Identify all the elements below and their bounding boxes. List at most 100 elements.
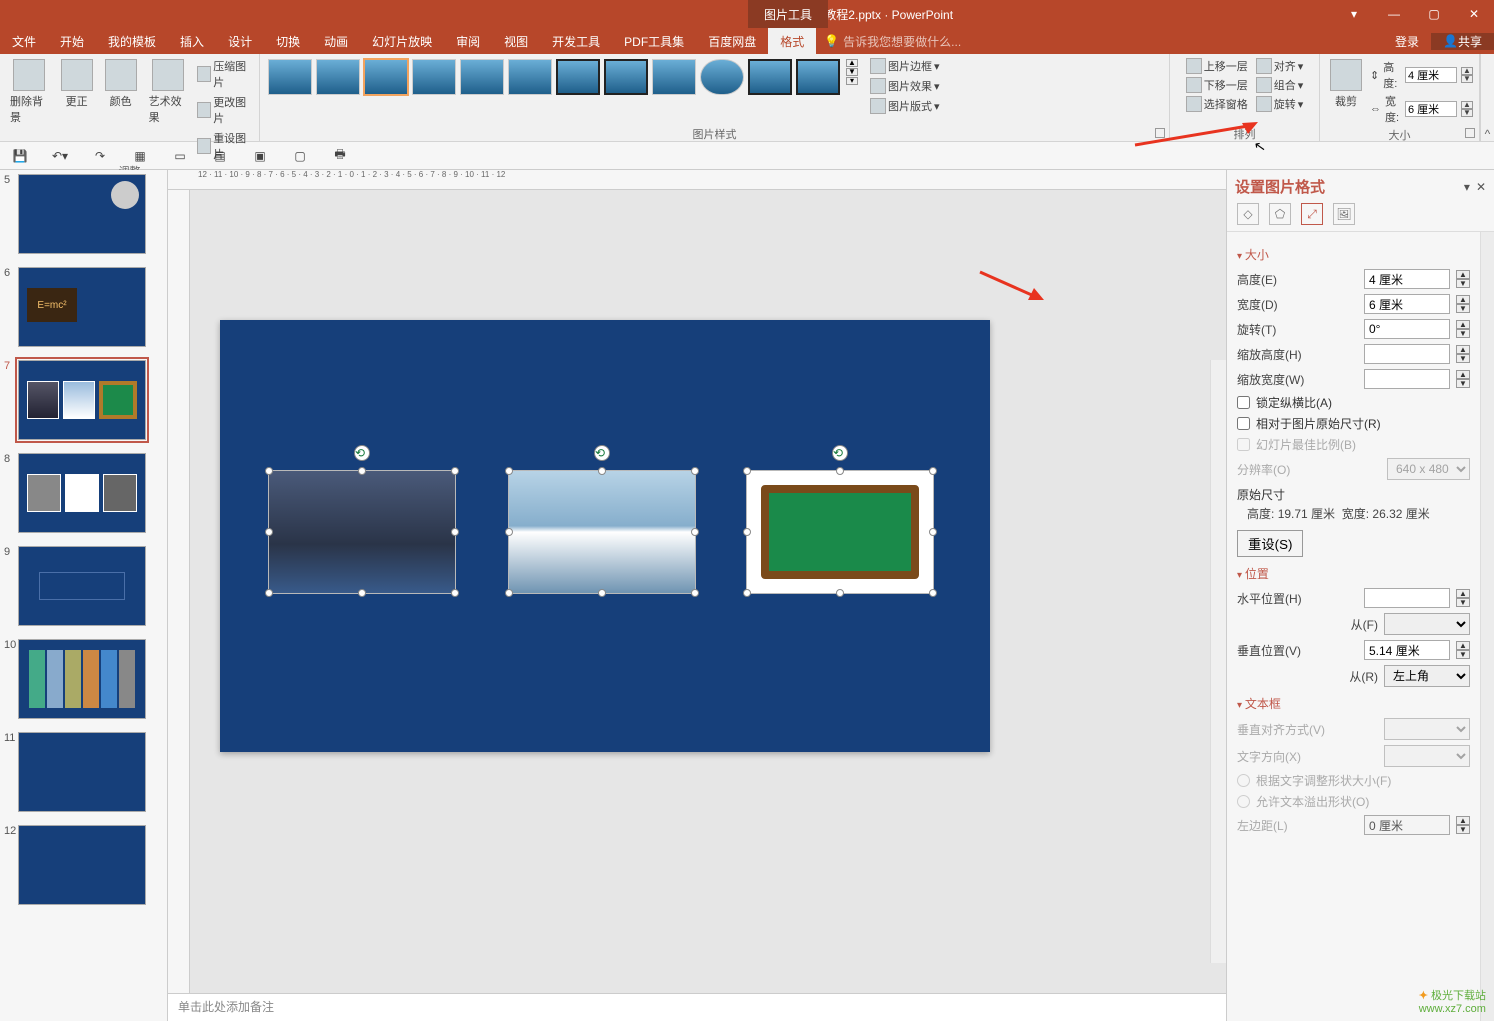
minimize-button[interactable]: —	[1374, 0, 1414, 28]
style-8[interactable]	[604, 59, 648, 95]
compress-picture-button[interactable]: 压缩图片	[195, 57, 253, 91]
reset-size-button[interactable]: 重设(S)	[1237, 530, 1303, 557]
color-button[interactable]: 颜色	[101, 57, 141, 111]
tab-developer[interactable]: 开发工具	[540, 28, 612, 54]
style-1[interactable]	[268, 59, 312, 95]
qat-btn-8[interactable]: ▢	[290, 146, 310, 166]
gallery-scroll-down[interactable]: ▼	[846, 68, 858, 76]
picture-styles-gallery[interactable]: ▲ ▼ ▾	[266, 57, 860, 97]
style-2[interactable]	[316, 59, 360, 95]
login-button[interactable]: 登录	[1383, 33, 1431, 50]
pane-close-icon[interactable]: ✕	[1476, 180, 1486, 194]
picture-border-button[interactable]: 图片边框▾	[868, 57, 942, 75]
ribbon-width-input[interactable]	[1405, 101, 1457, 117]
align-button[interactable]: 对齐▾	[1254, 57, 1306, 75]
close-button[interactable]: ✕	[1454, 0, 1494, 28]
fill-tab-icon[interactable]: ◇	[1237, 203, 1259, 225]
rotate-button[interactable]: 旋转▾	[1254, 95, 1306, 113]
tab-review[interactable]: 审阅	[444, 28, 492, 54]
image-2[interactable]: ⟲	[508, 470, 696, 594]
send-backward-button[interactable]: 下移一层	[1184, 76, 1250, 94]
section-textbox[interactable]: 文本框	[1237, 695, 1470, 712]
style-4[interactable]	[412, 59, 456, 95]
style-7[interactable]	[556, 59, 600, 95]
tab-format[interactable]: 格式	[768, 28, 816, 54]
collapse-ribbon-icon[interactable]: ^	[1480, 54, 1494, 141]
corrections-button[interactable]: 更正	[57, 57, 97, 111]
vertical-scrollbar[interactable]	[1210, 360, 1226, 963]
thumb-6[interactable]: 6E=mc²	[4, 267, 163, 350]
thumb-7[interactable]: 7	[4, 360, 163, 443]
pane-scaleh-input[interactable]	[1364, 344, 1450, 364]
tab-mytemplates[interactable]: 我的模板	[96, 28, 168, 54]
tab-transitions[interactable]: 切换	[264, 28, 312, 54]
ribbon-height-input[interactable]	[1405, 67, 1457, 83]
artistic-effects-button[interactable]: 艺术效果	[145, 57, 192, 127]
reset-picture-button[interactable]: 重设图片	[195, 129, 253, 163]
thumb-9[interactable]: 9	[4, 546, 163, 629]
image-3[interactable]: ⟲	[746, 470, 934, 594]
image-1[interactable]: ⟲	[268, 470, 456, 594]
size-dialog-launcher[interactable]	[1465, 128, 1475, 138]
remove-background-button[interactable]: 删除背景	[6, 57, 53, 127]
pane-width-input[interactable]	[1364, 294, 1450, 314]
tab-file[interactable]: 文件	[0, 28, 48, 54]
thumb-11[interactable]: 11	[4, 732, 163, 815]
group-button[interactable]: 组合▾	[1254, 76, 1306, 94]
pane-task-menu-icon[interactable]: ▾	[1464, 180, 1470, 194]
pane-scalew-input[interactable]	[1364, 369, 1450, 389]
gallery-expand[interactable]: ▾	[846, 77, 858, 85]
thumb-10[interactable]: 10	[4, 639, 163, 722]
from-h-select[interactable]	[1384, 613, 1470, 635]
rotate-handle-icon[interactable]: ⟲	[832, 445, 848, 461]
notes-pane[interactable]: 单击此处添加备注	[168, 993, 1226, 1021]
lock-aspect-checkbox[interactable]	[1237, 396, 1250, 409]
tab-home[interactable]: 开始	[48, 28, 96, 54]
selection-pane-button[interactable]: 选择窗格	[1184, 95, 1250, 113]
style-10[interactable]	[700, 59, 744, 95]
share-button[interactable]: 👤 共享	[1431, 33, 1494, 50]
crop-button[interactable]: 裁剪	[1326, 57, 1366, 111]
tellme-input[interactable]: 💡告诉我您想要做什么...	[816, 28, 969, 54]
styles-dialog-launcher[interactable]	[1155, 128, 1165, 138]
change-picture-button[interactable]: 更改图片	[195, 93, 253, 127]
thumb-12[interactable]: 12	[4, 825, 163, 908]
style-3[interactable]	[364, 59, 408, 95]
picture-tab-icon[interactable]: 🖼	[1333, 203, 1355, 225]
bring-forward-button[interactable]: 上移一层	[1184, 57, 1250, 75]
pane-scrollbar[interactable]	[1480, 232, 1494, 1021]
style-6[interactable]	[508, 59, 552, 95]
rotate-handle-icon[interactable]: ⟲	[354, 445, 370, 461]
slide-canvas[interactable]: ⟲ ⟲ ⟲	[220, 320, 990, 752]
section-size[interactable]: 大小	[1237, 246, 1470, 263]
pane-rotation-input[interactable]	[1364, 319, 1450, 339]
tab-insert[interactable]: 插入	[168, 28, 216, 54]
style-11[interactable]	[748, 59, 792, 95]
from-v-select[interactable]: 左上角	[1384, 665, 1470, 687]
effects-tab-icon[interactable]: ⬠	[1269, 203, 1291, 225]
picture-effects-button[interactable]: 图片效果▾	[868, 77, 942, 95]
maximize-button[interactable]: ▢	[1414, 0, 1454, 28]
gallery-scroll-up[interactable]: ▲	[846, 59, 858, 67]
style-9[interactable]	[652, 59, 696, 95]
rotate-handle-icon[interactable]: ⟲	[594, 445, 610, 461]
tab-design[interactable]: 设计	[216, 28, 264, 54]
ribbon-options-icon[interactable]: ▾	[1334, 0, 1374, 28]
pos-v-input[interactable]	[1364, 640, 1450, 660]
width-down[interactable]: ▼	[1461, 109, 1473, 117]
relative-original-checkbox[interactable]	[1237, 417, 1250, 430]
tab-slideshow[interactable]: 幻灯片放映	[360, 28, 444, 54]
picture-layout-button[interactable]: 图片版式▾	[868, 97, 942, 115]
size-tab-icon[interactable]: ⤢	[1301, 203, 1323, 225]
slide-thumbnails[interactable]: 5 6E=mc² 7 8 9 10 11 12	[0, 170, 168, 1021]
style-12[interactable]	[796, 59, 840, 95]
section-position[interactable]: 位置	[1237, 565, 1470, 582]
tab-view[interactable]: 视图	[492, 28, 540, 54]
pane-height-input[interactable]	[1364, 269, 1450, 289]
thumb-5[interactable]: 5	[4, 174, 163, 257]
thumb-8[interactable]: 8	[4, 453, 163, 536]
style-5[interactable]	[460, 59, 504, 95]
tab-pdftools[interactable]: PDF工具集	[612, 28, 696, 54]
tab-animations[interactable]: 动画	[312, 28, 360, 54]
print-icon[interactable]: 🖶	[330, 146, 350, 166]
